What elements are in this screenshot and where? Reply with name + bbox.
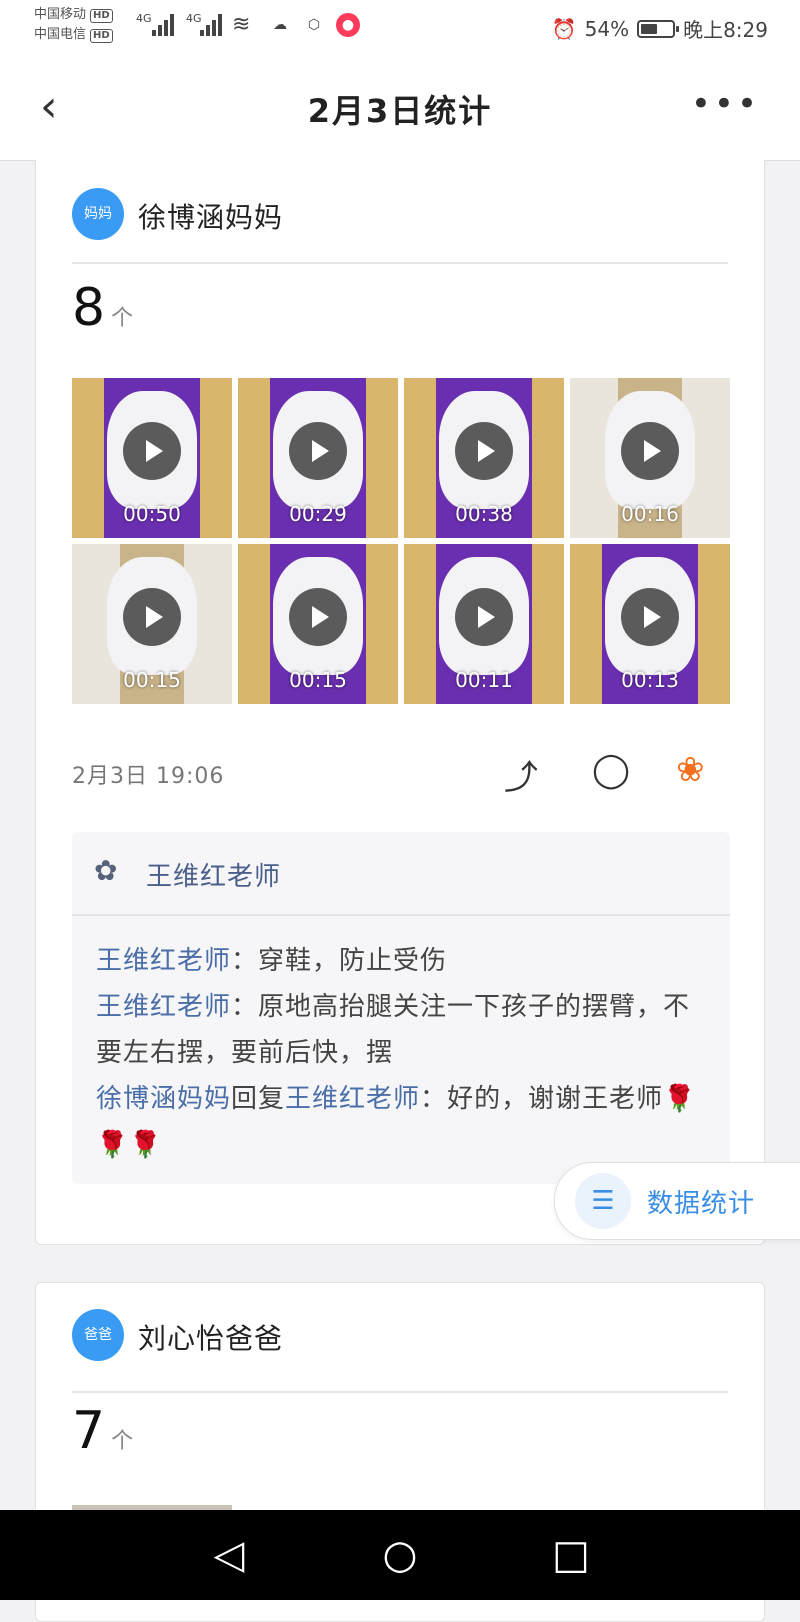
liker-name[interactable]: 王维红老师 — [146, 856, 281, 893]
video-count: 8个 — [72, 278, 133, 338]
video-duration: 00:16 — [621, 502, 679, 526]
flower-outline-icon: ✿ — [94, 854, 118, 887]
signal-icon — [152, 14, 176, 36]
avatar[interactable]: 妈妈 — [72, 188, 124, 240]
video-thumbnail[interactable]: 00:38 — [404, 378, 564, 538]
likes-row: ✿ 王维红老师 — [72, 832, 730, 916]
comment-panel: ✿ 王维红老师 王维红老师：穿鞋，防止受伤 王维红老师：原地高抬腿关注一下孩子的… — [72, 832, 730, 1184]
status-right: ⏰ 54% 晚上8:29 — [552, 14, 768, 43]
reply-target[interactable]: 王维红老师 — [285, 1084, 420, 1114]
more-options-icon[interactable]: ••• — [691, 84, 760, 124]
battery-percent: 54% — [584, 16, 630, 41]
video-thumbnail[interactable]: 00:11 — [404, 544, 564, 704]
clock: 晚上8:29 — [683, 18, 768, 42]
video-duration: 00:15 — [289, 668, 347, 692]
live-app-icon: ● — [336, 13, 360, 37]
avatar[interactable]: 爸爸 — [72, 1309, 124, 1361]
comment-item[interactable]: 王维红老师：穿鞋，防止受伤 — [96, 938, 706, 984]
comment-author[interactable]: 王维红老师 — [96, 946, 231, 976]
hd-badge: HD — [90, 29, 113, 43]
comment-item[interactable]: 王维红老师：原地高抬腿关注一下孩子的摆臂，不要左右摆，要前后快，摆 — [96, 984, 706, 1076]
play-icon[interactable] — [455, 588, 513, 646]
video-thumbnail[interactable]: 00:16 — [570, 378, 730, 538]
carrier-2: 中国电信 — [34, 27, 87, 42]
share-icon[interactable]: ⤴ — [504, 750, 538, 799]
video-thumbnail[interactable]: 00:29 — [238, 378, 398, 538]
nav-recents-icon[interactable]: □ — [548, 1532, 594, 1578]
play-icon[interactable] — [621, 588, 679, 646]
comment-icon[interactable]: ◯ — [592, 750, 630, 790]
post-timestamp: 2月3日 19:06 — [72, 764, 225, 789]
bar-chart-icon: ☰ — [575, 1173, 631, 1229]
video-duration: 00:50 — [123, 502, 181, 526]
comment-list: 王维红老师：穿鞋，防止受伤 王维红老师：原地高抬腿关注一下孩子的摆臂，不要左右摆… — [72, 916, 730, 1168]
video-thumbnail[interactable]: 00:13 — [570, 544, 730, 704]
wechat-icon: ☁ — [273, 17, 287, 33]
video-duration: 00:11 — [455, 668, 513, 692]
play-icon[interactable] — [289, 588, 347, 646]
reply-word: 回复 — [231, 1084, 286, 1114]
comment-author[interactable]: 王维红老师 — [96, 992, 231, 1022]
system-nav-bar: ◁ ○ □ — [0, 1510, 800, 1600]
play-icon[interactable] — [123, 588, 181, 646]
comment-separator: ： — [231, 946, 259, 976]
comment-separator: ： — [420, 1084, 448, 1114]
video-duration: 00:13 — [621, 668, 679, 692]
play-icon[interactable] — [621, 422, 679, 480]
flower-like-icon[interactable]: ❀ — [676, 750, 705, 790]
comment-item[interactable]: 徐博涵妈妈回复王维红老师：好的，谢谢王老师🌹🌹🌹 — [96, 1076, 706, 1168]
count-value: 8 — [72, 278, 106, 338]
app-shield-icon: ⬡ — [307, 17, 321, 33]
video-duration: 00:29 — [289, 502, 347, 526]
wifi-icon: ≋ — [232, 12, 251, 37]
network-type-1: 4G — [136, 12, 152, 25]
video-thumbnail[interactable]: 00:15 — [238, 544, 398, 704]
video-duration: 00:38 — [455, 502, 513, 526]
page-title: 2月3日统计 — [307, 92, 493, 130]
comment-separator: ： — [231, 992, 259, 1022]
carrier-1: 中国移动 — [34, 7, 87, 22]
data-stats-button[interactable]: ☰ 数据统计 — [554, 1162, 800, 1240]
count-value: 7 — [72, 1401, 106, 1461]
video-thumbnail[interactable]: 00:15 — [72, 544, 232, 704]
title-bar: ‹ 2月3日统计 ••• — [0, 56, 800, 161]
divider — [72, 1391, 728, 1393]
comment-text: 穿鞋，防止受伤 — [258, 946, 448, 976]
user-name[interactable]: 刘心怡爸爸 — [138, 1317, 283, 1357]
video-count: 7个 — [72, 1401, 133, 1461]
data-stats-label: 数据统计 — [647, 1189, 756, 1219]
count-unit: 个 — [111, 306, 134, 331]
comment-author[interactable]: 徐博涵妈妈 — [96, 1084, 231, 1114]
video-thumbnail[interactable]: 00:50 — [72, 378, 232, 538]
signal-icon — [200, 14, 224, 36]
count-unit: 个 — [111, 1429, 134, 1454]
play-icon[interactable] — [123, 422, 181, 480]
video-grid: 00:50 00:29 00:38 00:16 00:15 00:15 00:1… — [72, 378, 732, 704]
user-name[interactable]: 徐博涵妈妈 — [138, 196, 283, 236]
play-icon[interactable] — [289, 422, 347, 480]
alarm-icon: ⏰ — [551, 16, 577, 41]
status-bar: 中国移动 HD 中国电信 HD 4G 4G ≋ ☁ ⬡ ● ⏰ 54% 晚上8:29 — [0, 0, 800, 56]
nav-back-icon[interactable]: ◁ — [206, 1532, 252, 1578]
battery-fill — [641, 23, 658, 34]
hd-badge: HD — [90, 9, 113, 23]
video-duration: 00:15 — [123, 668, 181, 692]
nav-home-icon[interactable]: ○ — [377, 1532, 423, 1578]
carrier-info: 中国移动 HD 中国电信 HD — [34, 5, 113, 45]
entry-card: 妈妈 徐博涵妈妈 8个 00:50 00:29 00:38 00:16 00:1… — [35, 160, 765, 1245]
play-icon[interactable] — [455, 422, 513, 480]
battery-icon — [637, 19, 680, 38]
divider — [72, 262, 728, 264]
